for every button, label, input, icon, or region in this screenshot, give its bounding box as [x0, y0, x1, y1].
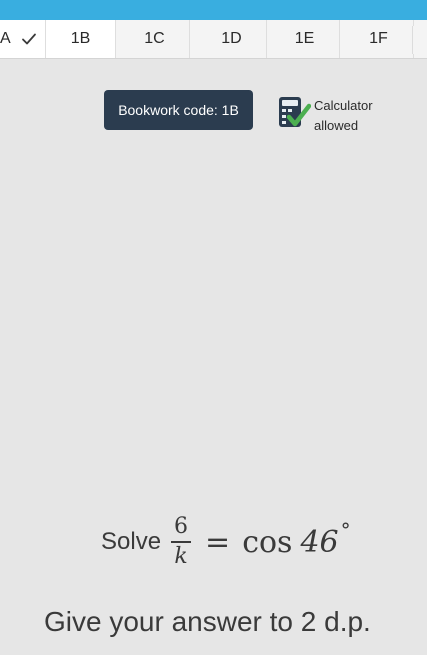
- equals-sign: =: [205, 524, 231, 560]
- tab-1e[interactable]: 1E: [270, 20, 340, 58]
- top-strip: [0, 0, 427, 20]
- tab-1b[interactable]: 1B: [46, 20, 116, 58]
- tab-1c[interactable]: 1C: [120, 20, 190, 58]
- cos-function: cos: [242, 524, 293, 560]
- tab-label: 1E: [294, 30, 315, 47]
- tab-label: 1C: [144, 30, 165, 47]
- question-tabbar: A 1B 1C 1D 1E 1F: [0, 20, 427, 59]
- tab-1d[interactable]: 1D: [197, 20, 267, 58]
- check-icon: [22, 33, 36, 45]
- solve-word: Solve: [101, 528, 162, 555]
- tab-label: A: [0, 30, 11, 47]
- degree-symbol: °: [340, 518, 351, 542]
- tab-1f[interactable]: 1F: [344, 20, 414, 58]
- tab-label: 1D: [221, 30, 242, 47]
- calculator-allowed-label: allowed: [314, 118, 359, 133]
- calculator-label: Calculator: [314, 98, 373, 113]
- question-equation: Solve 6 k = cos 46 °: [101, 510, 351, 574]
- tab-overflow-edge: [412, 26, 427, 54]
- tab-label: 1F: [369, 30, 388, 47]
- tab-label: 1B: [70, 30, 91, 47]
- fraction-bar: [171, 541, 192, 543]
- calculator-status: Calculator allowed: [314, 96, 373, 136]
- answer-instruction: Give your answer to 2 d.p.: [44, 606, 371, 637]
- angle-value: 46: [300, 524, 339, 560]
- bookwork-code-badge: Bookwork code: 1B: [104, 90, 253, 130]
- calculator-allowed-icon: [279, 97, 311, 127]
- fraction-denominator: k: [174, 544, 188, 569]
- bookwork-code-label: Bookwork code: 1B: [118, 102, 239, 118]
- fraction: 6 k: [171, 514, 192, 569]
- tab-a[interactable]: A: [0, 20, 46, 58]
- fraction-numerator: 6: [174, 514, 189, 539]
